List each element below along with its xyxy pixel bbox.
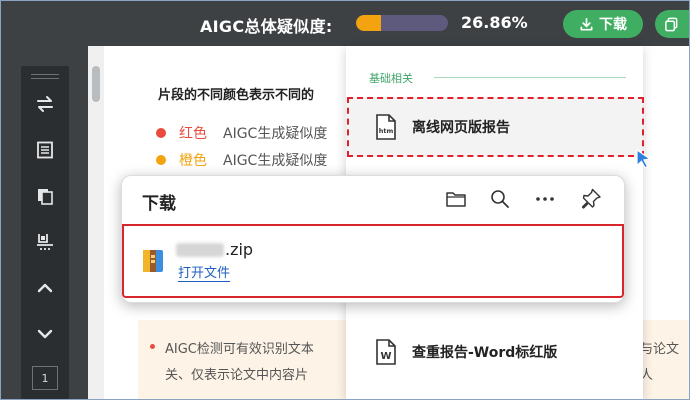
download-button-label: 下载 bbox=[599, 17, 627, 33]
similarity-percent: 26.86% bbox=[461, 13, 528, 32]
notice-line: 关、仅表示论文中内容片 bbox=[165, 368, 309, 383]
menu-item-label: 查重报告-Word标红版 bbox=[412, 345, 558, 361]
legend-color-name: 橙色 bbox=[179, 153, 207, 169]
pin-icon bbox=[581, 188, 601, 209]
outline-icon bbox=[37, 141, 53, 159]
folder-icon bbox=[446, 192, 466, 207]
outline-button[interactable] bbox=[33, 138, 57, 162]
download-file-name: .zip bbox=[176, 240, 253, 259]
file-extension: .zip bbox=[225, 240, 254, 259]
document-scrollbar[interactable] bbox=[88, 46, 104, 400]
download-item-row[interactable]: .zip 打开文件 bbox=[122, 224, 624, 298]
copy-pages-icon bbox=[38, 189, 53, 205]
scan-icon bbox=[37, 234, 53, 250]
mouse-cursor-icon bbox=[636, 148, 652, 169]
orange-dot bbox=[156, 155, 166, 165]
open-file-link[interactable]: 打开文件 bbox=[178, 266, 231, 282]
scan-button[interactable] bbox=[33, 230, 57, 254]
menu-item-offline-web-report[interactable]: htm 离线网页版报告 bbox=[346, 97, 643, 157]
menu-section-title: 基础相关 bbox=[369, 72, 413, 85]
similarity-progress-fill bbox=[356, 15, 381, 31]
legend-text: AIGC生成疑似度 bbox=[223, 126, 328, 142]
word-file-icon-text: W bbox=[380, 351, 391, 362]
chevron-down-icon bbox=[37, 329, 53, 339]
copy-button[interactable] bbox=[655, 10, 690, 38]
similarity-progress-bar bbox=[356, 15, 448, 31]
scroll-up-button[interactable] bbox=[33, 276, 57, 300]
zip-archive-icon bbox=[143, 250, 163, 272]
section-divider bbox=[434, 77, 626, 78]
download-icon bbox=[580, 17, 593, 30]
notice-bullet bbox=[150, 344, 155, 349]
pin-button[interactable] bbox=[579, 187, 603, 211]
copy-pages-button[interactable] bbox=[33, 184, 57, 208]
legend-orange-row: 橙色 AIGC生成疑似度 bbox=[156, 150, 327, 170]
browser-download-popup: 下载 .zip 打开文件 bbox=[121, 175, 625, 303]
scroll-down-button[interactable] bbox=[33, 322, 57, 346]
swap-button[interactable] bbox=[33, 92, 57, 116]
menu-item-label: 离线网页版报告 bbox=[412, 120, 510, 136]
blurred-file-name bbox=[176, 242, 224, 257]
tool-panel: 1 bbox=[21, 66, 69, 400]
more-options-button[interactable] bbox=[533, 187, 557, 211]
swap-icon bbox=[37, 96, 53, 112]
notice-line-tail: 与论文 bbox=[640, 342, 680, 357]
drag-handle[interactable] bbox=[31, 74, 59, 82]
open-folder-button[interactable] bbox=[444, 187, 468, 211]
notice-line: AIGC检测可有效识别文本 bbox=[165, 342, 314, 357]
copy-icon bbox=[665, 17, 678, 31]
scrollbar-thumb[interactable] bbox=[92, 66, 100, 102]
search-icon bbox=[491, 190, 509, 208]
legend-red-row: 红色 AIGC生成疑似度 bbox=[156, 123, 327, 143]
left-toolbar: 1 bbox=[0, 46, 88, 400]
chevron-up-icon bbox=[37, 283, 53, 293]
more-icon bbox=[536, 197, 554, 201]
htm-file-icon: htm bbox=[376, 114, 396, 140]
legend-text: AIGC生成疑似度 bbox=[223, 153, 328, 169]
red-dot bbox=[156, 128, 166, 138]
legend-color-name: 红色 bbox=[179, 126, 207, 142]
menu-item-word-report[interactable]: W 查重报告-Word标红版 bbox=[346, 322, 643, 382]
htm-file-icon-text: htm bbox=[379, 127, 394, 135]
page-number[interactable]: 1 bbox=[32, 366, 58, 390]
download-button[interactable]: 下载 bbox=[563, 10, 643, 38]
search-downloads-button[interactable] bbox=[488, 187, 512, 211]
download-popup-title: 下载 bbox=[142, 194, 176, 214]
similarity-label: AIGC总体疑似度: bbox=[200, 17, 333, 36]
legend-heading: 片段的不同颜色表示不同的 bbox=[158, 88, 315, 103]
top-bar: AIGC总体疑似度: 26.86% 下载 bbox=[0, 0, 690, 46]
word-file-icon: W bbox=[376, 339, 396, 365]
